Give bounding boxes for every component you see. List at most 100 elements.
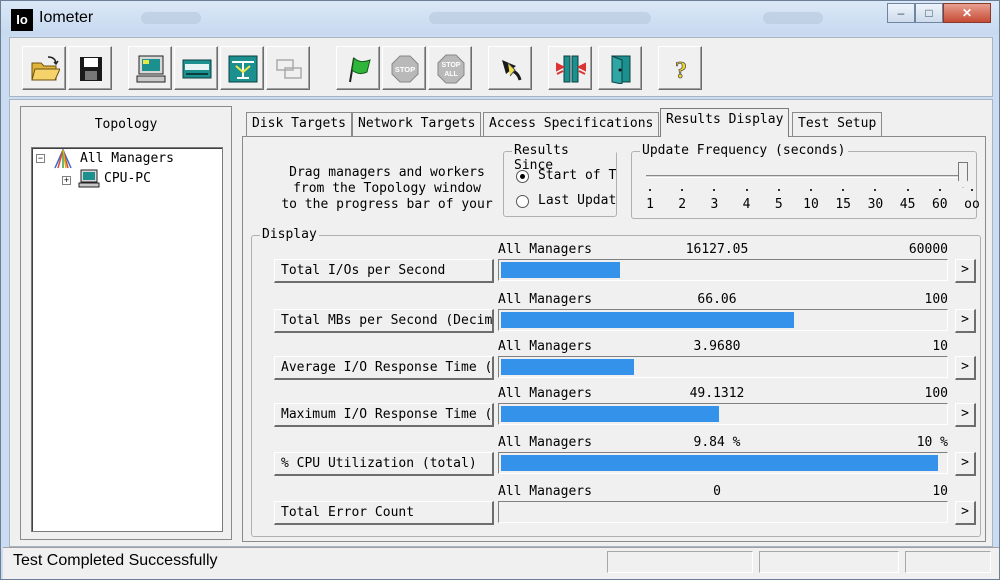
folder-open-icon [31,56,60,81]
svg-text:STOP: STOP [395,65,415,74]
metric-progress-bar[interactable] [498,259,948,281]
expand-toggle[interactable]: + [62,176,71,185]
floppy-disk-icon [80,57,102,81]
minimize-button[interactable]: – [887,3,915,23]
metric-progress-bar[interactable] [498,309,948,331]
exit-button[interactable] [598,46,642,90]
maximize-button[interactable]: □ [915,3,943,23]
status-cell [759,551,899,573]
tab-access-specifications[interactable]: Access Specifications [483,112,660,136]
metric-source-label: All Managers [498,242,592,257]
duplicate-worker-button[interactable] [266,46,310,90]
collapse-toggle[interactable]: − [36,154,45,163]
toolbar: STOP STOP ALL ? [9,37,993,97]
metric-max-label: 100 [924,386,948,401]
slider-tick-mark [745,189,748,191]
tab-test-setup[interactable]: Test Setup [792,112,883,136]
metric-progress-bar[interactable] [498,403,948,425]
metric-source-label: All Managers [498,386,592,401]
topology-tree[interactable]: − All Managers + CPU-PC [31,147,223,532]
new-network-worker-button[interactable] [220,46,264,90]
slider-tick-label: 5 [774,197,783,212]
window-title: Iometer [39,9,94,26]
slider-tick-label: oo [964,197,980,212]
metric-expand-button[interactable]: > [955,356,976,380]
slider-tick-mark [906,189,909,191]
metric-select-button[interactable]: Total Error Count [274,501,494,525]
computer-icon [78,169,100,188]
disconnect-icon [556,55,586,83]
title-bar[interactable]: Io Iometer – □ ✕ [1,1,999,35]
network-worker-icon [228,55,258,83]
app-icon: Io [11,9,33,31]
tab-disk-targets[interactable]: Disk Targets [246,112,352,136]
metric-expand-button[interactable]: > [955,452,976,476]
tab-network-targets[interactable]: Network Targets [352,112,482,136]
display-label: Display [260,227,319,242]
metric-expand-button[interactable]: > [955,259,976,283]
metric-select-button[interactable]: Average I/O Response Time (m [274,356,494,380]
metric-progress-bar[interactable] [498,356,948,378]
metric-select-button[interactable]: Maximum I/O Response Time (m [274,403,494,427]
metric-select-button[interactable]: % CPU Utilization (total) [274,452,494,476]
metric-progress-fill [501,262,621,278]
stop-button[interactable]: STOP [382,46,426,90]
iometer-window: Io Iometer – □ ✕ STOP STOP ALL ? Topolog… [0,0,1000,580]
metric-expand-button[interactable]: > [955,309,976,333]
metric-max-label: 10 % [916,435,948,450]
metric-max-label: 60000 [908,242,948,257]
open-config-button[interactable] [22,46,66,90]
close-button[interactable]: ✕ [943,3,991,23]
tree-item-all-managers[interactable]: All Managers [80,151,174,166]
green-flag-icon [349,56,371,83]
all-managers-icon [54,148,72,169]
save-config-button[interactable] [68,46,112,90]
metric-select-button[interactable]: Total MBs per Second (Decima [274,309,494,333]
metric-max-label: 10 [932,339,948,354]
slider-tick-mark [681,189,684,191]
svg-text:ALL: ALL [444,71,458,78]
disk-worker-icon [182,59,212,79]
computer-icon [136,55,166,83]
status-cell [607,551,753,573]
status-text: Test Completed Successfully [13,552,218,569]
svg-text:?: ? [675,58,687,84]
display-group: Display All Managers 16127.05 60000 Total I… [251,227,981,537]
metric-source-label: All Managers [498,435,592,450]
metric-select-button[interactable]: Total I/Os per Second [274,259,494,283]
slider-tick-label: 10 [803,197,819,212]
tree-item-cpu-pc[interactable]: CPU-PC [104,171,151,186]
stop-all-icon: STOP ALL [437,54,465,84]
start-tests-button[interactable] [336,46,380,90]
update-frequency-group: Update Frequency (seconds) 1 2 3 4 5 10 15 30 45… [631,143,980,219]
new-manager-button[interactable] [128,46,172,90]
slider-tick-mark [777,189,780,191]
slider-tick-mark [874,189,877,191]
reset-workers-button[interactable] [488,46,532,90]
new-disk-worker-button[interactable] [174,46,218,90]
metric-progress-bar[interactable] [498,452,948,474]
start-of-test-label: Start of T [538,168,617,183]
disconnect-workers-button[interactable] [548,46,592,90]
slider-tick-mark [938,189,941,191]
metric-progress-fill [501,312,795,328]
question-mark-icon: ? [675,58,688,84]
slider-tick-mark [971,189,973,191]
update-frequency-label: Update Frequency (seconds) [640,143,848,158]
stop-all-button[interactable]: STOP ALL [428,46,472,90]
slider-tick-mark [810,189,812,191]
last-update-radio[interactable] [516,195,529,208]
update-frequency-slider-thumb[interactable] [958,162,968,188]
metric-progress-fill [501,406,719,422]
metric-source-label: All Managers [498,292,592,307]
metric-progress-bar[interactable] [498,501,948,523]
metric-expand-button[interactable]: > [955,501,976,525]
drag-instructions: Drag managers and workers from the Topol… [281,165,493,212]
duplicate-icon [276,59,302,79]
blurred-title-region [429,12,651,24]
start-of-test-radio[interactable] [516,170,529,183]
tab-results-display[interactable]: Results Display [660,108,790,137]
update-frequency-slider-track[interactable] [646,175,964,178]
help-button[interactable]: ? [658,46,702,90]
metric-expand-button[interactable]: > [955,403,976,427]
